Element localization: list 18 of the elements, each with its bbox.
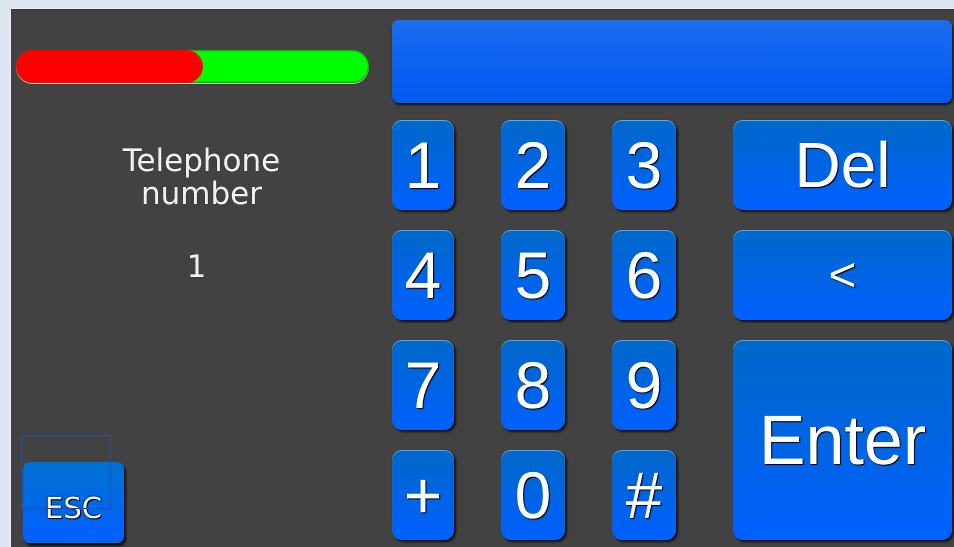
digit-key[interactable]: 1 [392, 120, 454, 210]
digit-key[interactable]: 5 [501, 230, 565, 320]
digit-key[interactable]: 9 [612, 340, 676, 430]
enter-button[interactable]: Enter [733, 340, 952, 540]
digit-key[interactable]: 6 [612, 230, 676, 320]
digit-key[interactable]: 4 [392, 230, 454, 320]
entered-value: 1 [186, 249, 206, 285]
digit-key[interactable]: 0 [501, 450, 565, 540]
prompt-label: Telephone number [122, 145, 282, 211]
digit-key[interactable]: + [392, 450, 454, 540]
back-button[interactable]: < [733, 230, 952, 320]
digit-key[interactable]: 3 [612, 120, 676, 210]
digit-key[interactable]: 8 [501, 340, 565, 430]
delete-button[interactable]: Del [733, 120, 952, 210]
digit-key[interactable]: # [612, 450, 676, 540]
digit-key[interactable]: 2 [501, 120, 565, 210]
escape-button[interactable]: ESC [23, 462, 124, 543]
digit-key[interactable]: 7 [392, 340, 454, 430]
